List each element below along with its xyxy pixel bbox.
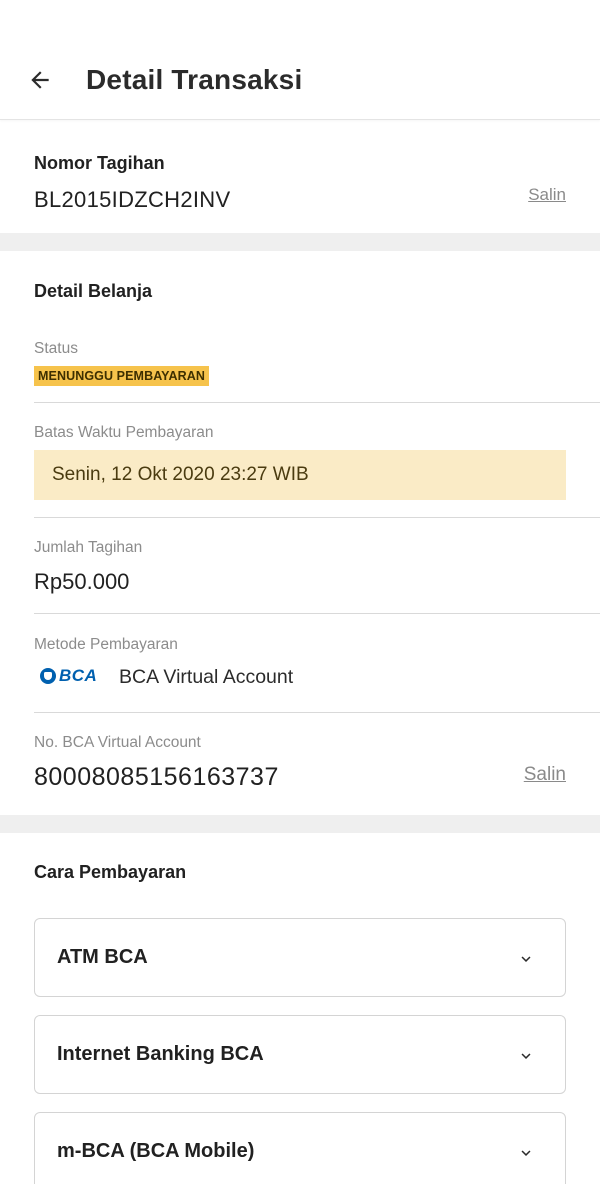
invoice-section: Nomor Tagihan BL2015IDZCH2INV Salin <box>0 121 600 233</box>
app-bar: Detail Transaksi <box>0 0 600 120</box>
invoice-number-label: Nomor Tagihan <box>34 153 165 173</box>
section-divider <box>0 815 600 833</box>
virtual-account-label: No. BCA Virtual Account <box>34 734 201 751</box>
chevron-down-icon <box>521 956 531 962</box>
amount-label: Jumlah Tagihan <box>34 539 143 556</box>
payment-method-label: Metode Pembayaran <box>34 636 178 653</box>
accordion-label: Internet Banking BCA <box>57 1043 264 1065</box>
chevron-down-icon <box>521 1150 531 1156</box>
amount-value: Rp50.000 <box>34 569 130 594</box>
accordion-label: m-BCA (BCA Mobile) <box>57 1140 255 1162</box>
divider <box>34 517 600 518</box>
accordion-internet-banking-bca[interactable]: Internet Banking BCA <box>34 1015 566 1094</box>
copy-virtual-account-button[interactable]: Salin <box>524 764 566 786</box>
accordion-atm-bca[interactable]: ATM BCA <box>34 918 566 997</box>
payment-deadline-box: Senin, 12 Okt 2020 23:27 WIB <box>34 450 566 500</box>
payment-method-value: BCA Virtual Account <box>119 666 294 688</box>
arrow-left-icon <box>31 71 49 89</box>
payment-deadline-label: Batas Waktu Pembayaran <box>34 424 214 441</box>
chevron-down-icon <box>521 1053 531 1059</box>
status-label: Status <box>34 340 78 357</box>
purchase-detail-title: Detail Belanja <box>34 281 153 301</box>
payment-guide-title: Cara Pembayaran <box>34 862 187 882</box>
bca-logo: BCA <box>40 666 97 686</box>
copy-invoice-button[interactable]: Salin <box>528 185 566 205</box>
section-divider <box>0 233 600 251</box>
payment-deadline-value: Senin, 12 Okt 2020 23:27 WIB <box>52 464 309 485</box>
accordion-m-bca[interactable]: m-BCA (BCA Mobile) <box>34 1112 566 1184</box>
status-badge: MENUNGGU PEMBAYARAN <box>34 366 209 386</box>
accordion-label: ATM BCA <box>57 946 148 968</box>
bca-logo-text: BCA <box>59 666 98 685</box>
divider <box>34 402 600 403</box>
virtual-account-number: 80008085156163737 <box>34 763 279 791</box>
page-title: Detail Transaksi <box>86 64 303 95</box>
invoice-number-value: BL2015IDZCH2INV <box>34 187 231 212</box>
purchase-detail-section: Detail Belanja Status MENUNGGU PEMBAYARA… <box>0 251 600 815</box>
bca-logo-mark-icon <box>40 668 56 684</box>
back-button[interactable] <box>22 62 58 98</box>
divider <box>34 712 600 713</box>
payment-guide-section: Cara Pembayaran ATM BCA Internet Banking… <box>0 833 600 1184</box>
divider <box>34 613 600 614</box>
